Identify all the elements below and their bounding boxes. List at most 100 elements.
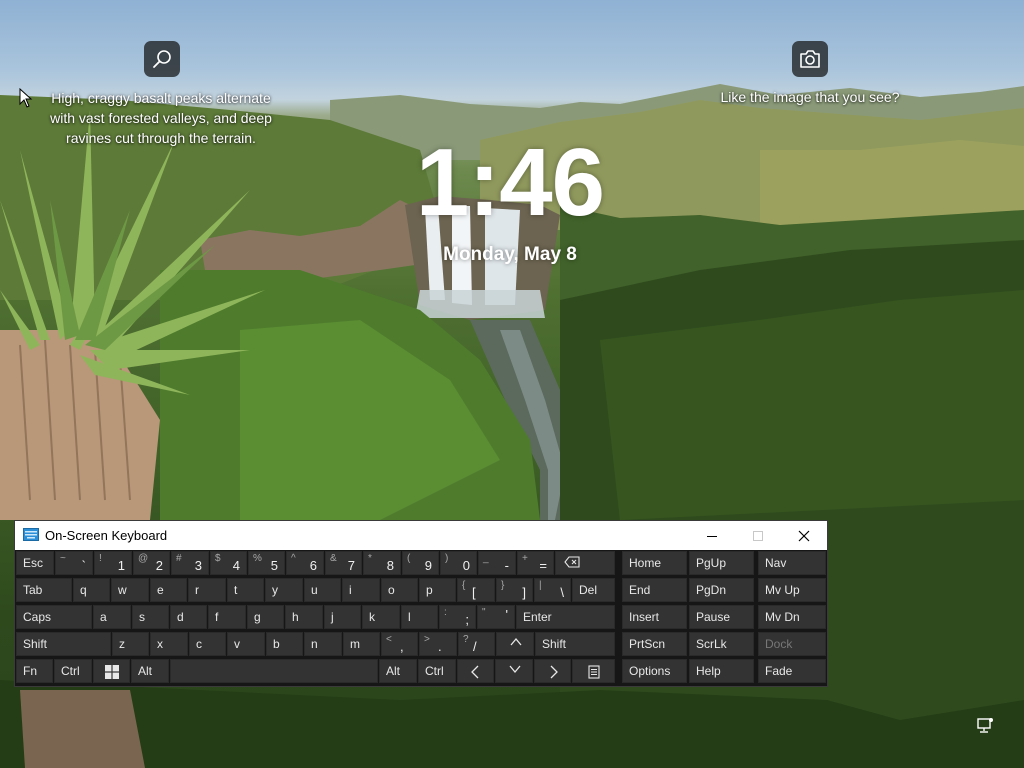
key-shift-right[interactable]: Shift bbox=[535, 632, 615, 656]
key-arrow-left[interactable] bbox=[457, 659, 494, 683]
key-help[interactable]: Help bbox=[689, 659, 754, 683]
key-c[interactable]: c bbox=[189, 632, 226, 656]
key-scrlk[interactable]: ScrLk bbox=[689, 632, 754, 656]
key-m[interactable]: m bbox=[343, 632, 380, 656]
key-5[interactable]: % 5 bbox=[248, 551, 285, 575]
key-x[interactable]: x bbox=[150, 632, 188, 656]
key-k[interactable]: k bbox=[362, 605, 400, 629]
key-space[interactable] bbox=[170, 659, 378, 683]
key-context-menu[interactable] bbox=[572, 659, 615, 683]
key-7[interactable]: & 7 bbox=[325, 551, 362, 575]
key-minus[interactable]: _ - bbox=[478, 551, 516, 575]
search-button[interactable] bbox=[144, 41, 180, 77]
key-nav[interactable]: Nav bbox=[758, 551, 826, 575]
key-pause[interactable]: Pause bbox=[689, 605, 754, 629]
key-pgdn[interactable]: PgDn bbox=[689, 578, 754, 602]
camera-button[interactable] bbox=[792, 41, 828, 77]
key-ctrl-right[interactable]: Ctrl bbox=[418, 659, 456, 683]
key-caps[interactable]: Caps bbox=[16, 605, 92, 629]
key-end[interactable]: End bbox=[622, 578, 687, 602]
key-q[interactable]: q bbox=[73, 578, 110, 602]
key-comma[interactable]: <, bbox=[381, 632, 418, 656]
key-d[interactable]: d bbox=[170, 605, 207, 629]
key-o[interactable]: o bbox=[381, 578, 418, 602]
key-slash[interactable]: ? / bbox=[458, 632, 495, 656]
key-insert[interactable]: Insert bbox=[622, 605, 687, 629]
key-move-down[interactable]: Mv Dn bbox=[758, 605, 826, 629]
key-windows[interactable] bbox=[93, 659, 130, 683]
key-2[interactable]: @2 bbox=[133, 551, 170, 575]
key-move-up[interactable]: Mv Up bbox=[758, 578, 826, 602]
key-0[interactable]: ) 0 bbox=[440, 551, 477, 575]
key-w[interactable]: w bbox=[111, 578, 149, 602]
like-image-caption[interactable]: Like the image that you see? bbox=[700, 87, 920, 107]
key-b[interactable]: b bbox=[266, 632, 303, 656]
key-alt-right[interactable]: Alt bbox=[379, 659, 417, 683]
key-l[interactable]: l bbox=[401, 605, 438, 629]
key-semicolon[interactable]: :; bbox=[439, 605, 476, 629]
key-h[interactable]: h bbox=[285, 605, 323, 629]
key-enter[interactable]: Enter bbox=[516, 605, 615, 629]
context-menu-icon bbox=[588, 665, 600, 679]
key-tilde[interactable]: ~ ` bbox=[55, 551, 93, 575]
key-home[interactable]: Home bbox=[622, 551, 687, 575]
key-y[interactable]: y bbox=[265, 578, 303, 602]
image-info-caption[interactable]: High, craggy basalt peaks alternate with… bbox=[40, 88, 282, 148]
key-del[interactable]: Del bbox=[572, 578, 615, 602]
key-f[interactable]: f bbox=[208, 605, 246, 629]
network-icon[interactable] bbox=[976, 717, 994, 735]
key-options[interactable]: Options bbox=[622, 659, 687, 683]
key-arrow-down[interactable] bbox=[495, 659, 533, 683]
key-pgup[interactable]: PgUp bbox=[689, 551, 754, 575]
key-r[interactable]: r bbox=[188, 578, 226, 602]
key-arrow-right[interactable] bbox=[534, 659, 571, 683]
key-i[interactable]: i bbox=[342, 578, 380, 602]
key-e[interactable]: e bbox=[150, 578, 187, 602]
key-alt-left[interactable]: Alt bbox=[131, 659, 169, 683]
key-tab[interactable]: Tab bbox=[16, 578, 72, 602]
magnifier-icon bbox=[153, 50, 171, 68]
key-esc[interactable]: Esc bbox=[16, 551, 54, 575]
key-equals[interactable]: + = bbox=[517, 551, 554, 575]
key-8[interactable]: * 8 bbox=[363, 551, 401, 575]
key-backslash[interactable]: | \ bbox=[534, 578, 571, 602]
key-1[interactable]: ! 1 bbox=[94, 551, 132, 575]
key-t[interactable]: t bbox=[227, 578, 264, 602]
key-9[interactable]: (9 bbox=[402, 551, 439, 575]
mouse-pointer bbox=[19, 88, 33, 108]
key-z[interactable]: z bbox=[112, 632, 149, 656]
close-button[interactable] bbox=[781, 521, 827, 550]
backspace-icon bbox=[564, 556, 580, 568]
key-6[interactable]: ^ 6 bbox=[286, 551, 324, 575]
key-g[interactable]: g bbox=[247, 605, 284, 629]
osk-title-bar[interactable]: On-Screen Keyboard bbox=[15, 521, 827, 550]
key-n[interactable]: n bbox=[304, 632, 342, 656]
close-icon bbox=[798, 530, 810, 541]
key-ctrl-left[interactable]: Ctrl bbox=[54, 659, 92, 683]
maximize-button[interactable] bbox=[735, 521, 781, 550]
key-u[interactable]: u bbox=[304, 578, 341, 602]
key-right-bracket[interactable]: }] bbox=[496, 578, 533, 602]
key-backspace[interactable] bbox=[555, 551, 615, 575]
arrow-right-icon bbox=[550, 665, 558, 679]
key-4[interactable]: $4 bbox=[210, 551, 247, 575]
key-a[interactable]: a bbox=[93, 605, 131, 629]
maximize-icon bbox=[753, 530, 763, 541]
key-fade[interactable]: Fade bbox=[758, 659, 826, 683]
key-prtscn[interactable]: PrtScn bbox=[622, 632, 687, 656]
key-p[interactable]: p bbox=[419, 578, 456, 602]
key-arrow-up[interactable] bbox=[496, 632, 534, 656]
key-dock[interactable]: Dock bbox=[758, 632, 826, 656]
key-3[interactable]: #3 bbox=[171, 551, 209, 575]
key-fn[interactable]: Fn bbox=[16, 659, 53, 683]
minimize-icon bbox=[707, 535, 717, 537]
arrow-up-icon bbox=[510, 637, 522, 646]
key-left-bracket[interactable]: {[ bbox=[457, 578, 495, 602]
key-j[interactable]: j bbox=[324, 605, 361, 629]
minimize-button[interactable] bbox=[689, 521, 735, 550]
key-v[interactable]: v bbox=[227, 632, 265, 656]
key-quote[interactable]: " ' bbox=[477, 605, 515, 629]
key-s[interactable]: s bbox=[132, 605, 169, 629]
key-shift-left[interactable]: Shift bbox=[16, 632, 111, 656]
key-period[interactable]: >. bbox=[419, 632, 457, 656]
